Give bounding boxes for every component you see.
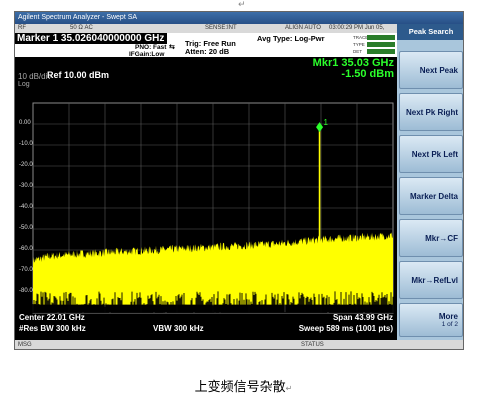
- y-axis-label: 0.00: [19, 120, 31, 126]
- rbw-label: #Res BW 300 kHz: [19, 324, 86, 333]
- spectrum-plot: 1: [32, 102, 394, 314]
- type-box: [367, 42, 395, 47]
- marker-number: 1: [324, 118, 329, 127]
- softkey-panel: Peak Search Next Peak Next Pk Right Next…: [397, 24, 463, 340]
- status-row: RF 50 Ω AC SENSE:INT ALIGN AUTO 03:00:29…: [15, 24, 397, 40]
- status-label: STATUS: [301, 342, 324, 348]
- sweep-label: Sweep 589 ms (1001 pts): [298, 324, 393, 333]
- det-box: [367, 49, 395, 54]
- pno-label: PNO: Fast: [135, 44, 167, 51]
- y-axis-label: -60.0: [19, 246, 33, 252]
- y-axis-label: -80.0: [19, 288, 33, 294]
- analyzer-window: Agilent Spectrum Analyzer - Swept SA RF …: [14, 11, 464, 350]
- more-page-label: 1 of 2: [441, 321, 458, 328]
- align-label: ALIGN AUTO: [285, 25, 321, 31]
- window-title: Agilent Spectrum Analyzer - Swept SA: [15, 12, 463, 24]
- next-peak-button[interactable]: Next Peak: [399, 51, 463, 89]
- caption-text: 上变频信号杂散: [194, 380, 286, 395]
- avg-type-label: Avg Type: Log-Pwr: [257, 34, 325, 43]
- paragraph-mark: ↵: [238, 0, 246, 10]
- message-bar: MSG STATUS: [15, 340, 463, 349]
- settings-bar: Marker 1 35.026040000000 GHz PNO: Fast I…: [15, 33, 397, 58]
- sense-label: SENSE:INT: [205, 25, 237, 31]
- more-button[interactable]: More 1 of 2: [399, 303, 463, 337]
- caption-mark: ↵: [285, 384, 293, 393]
- y-axis-label: -40.0: [19, 204, 33, 210]
- y-axis-label: -50.0: [19, 225, 33, 231]
- trace-indicator: TRACE TYPE DET: [353, 35, 395, 55]
- next-peak-left-button[interactable]: Next Pk Left: [399, 135, 463, 173]
- marker-diamond[interactable]: [316, 122, 324, 133]
- figure-caption: 上变频信号杂散↵: [0, 376, 487, 395]
- spectrum-display[interactable]: Mkr1 35.03 GHz -1.50 dBm 10 dB/div Ref 1…: [15, 57, 397, 340]
- y-axis-label: -30.0: [19, 183, 33, 189]
- y-axis-label: -10.0: [19, 141, 33, 147]
- next-peak-right-button[interactable]: Next Pk Right: [399, 93, 463, 131]
- det-label: DET: [353, 49, 362, 54]
- marker-readout-title: Marker 1 35.026040000000 GHz: [15, 33, 167, 44]
- more-label: More: [438, 312, 458, 321]
- attenuation-label: Atten: 20 dB: [185, 47, 230, 56]
- trace-label: TRACE: [353, 35, 369, 40]
- center-frequency: Center 22.01 GHz: [19, 313, 85, 322]
- marker-delta-button[interactable]: Marker Delta: [399, 177, 463, 215]
- msg-label: MSG: [18, 342, 32, 348]
- trace-box: [367, 35, 395, 40]
- vbw-label: VBW 300 kHz: [153, 324, 204, 333]
- type-label: TYPE: [353, 42, 365, 47]
- span-label: Span 43.99 GHz: [332, 313, 393, 322]
- y-axis-label: -20.0: [19, 162, 33, 168]
- softkey-menu-title: Peak Search: [397, 24, 463, 40]
- marker-to-ref-level-button[interactable]: Mkr→RefLvl: [399, 261, 463, 299]
- rf-label: RF: [18, 25, 26, 31]
- swap-icon: ⇆: [169, 44, 175, 51]
- marker-to-cf-button[interactable]: Mkr→CF: [399, 219, 463, 257]
- input-coupling: 50 Ω AC: [70, 25, 93, 31]
- y-axis-label: -70.0: [19, 267, 33, 273]
